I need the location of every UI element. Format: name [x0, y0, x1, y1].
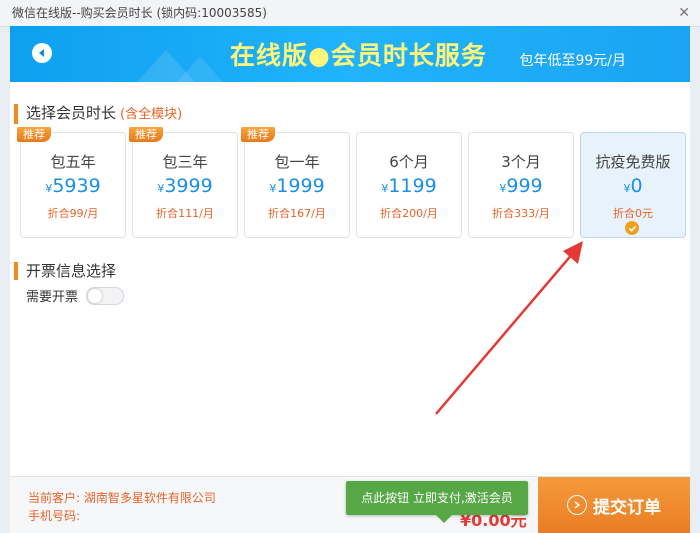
toggle-knob[interactable] [88, 288, 103, 303]
plan-per-month: 折合333/月 [492, 207, 550, 220]
section-duration-title: 选择会员时长 [26, 104, 117, 122]
plan-price: ¥5939 [21, 175, 125, 197]
section-invoice-title: 开票信息选择 [26, 262, 117, 280]
plan-card[interactable]: 6个月 ¥1199 折合200/月 [356, 132, 462, 238]
plan-per-month: 折合200/月 [380, 207, 438, 220]
banner-decoration [170, 56, 230, 82]
back-button[interactable] [32, 43, 52, 63]
main-panel: 选择会员时长 (含全模块) 推荐 包五年 ¥5939 折合99/月 推荐 包三年 … [10, 82, 690, 476]
plan-price: ¥999 [469, 175, 573, 197]
section-duration-hint: (含全模块) [120, 107, 183, 122]
recommend-badge: 推荐 [129, 127, 163, 142]
plan-per-month: 折合0元 [613, 207, 653, 220]
plan-per-month: 折合99/月 [47, 207, 99, 220]
plan-name: 包三年 [162, 153, 208, 171]
selected-check-badge [625, 221, 639, 235]
invoice-toggle-label: 需要开票 [26, 290, 79, 305]
phone-info: 手机号码: [28, 507, 80, 524]
plan-card[interactable]: 3个月 ¥999 折合333/月 [468, 132, 574, 238]
price-value: 1999 [276, 175, 325, 197]
plan-price: ¥1199 [357, 175, 461, 197]
banner-subtitle: 包年低至99元/月 [519, 53, 626, 69]
submit-arrow-icon [567, 495, 587, 515]
plan-per-month: 折合111/月 [156, 207, 214, 220]
submit-label: 提交订单 [593, 497, 661, 518]
plan-card-selected[interactable]: 抗疫免费版 ¥0 折合0元 [580, 132, 686, 238]
window-titlebar: 微信在线版--购买会员时长 (锁内码:10003585) ✕ [0, 0, 700, 27]
customer-value: 湖南智多星软件有限公司 [83, 491, 216, 505]
close-icon[interactable]: ✕ [678, 0, 690, 26]
plan-name: 3个月 [501, 153, 541, 171]
recommend-badge: 推荐 [241, 127, 275, 142]
section-duration-header: 选择会员时长 (含全模块) [14, 104, 182, 124]
check-icon [628, 225, 636, 232]
price-value: 1199 [388, 175, 437, 197]
plan-per-month: 折合167/月 [268, 207, 326, 220]
customer-info: 当前客户: 湖南智多星软件有限公司 [28, 489, 216, 506]
price-value: 0 [630, 175, 643, 197]
plan-card[interactable]: 推荐 包一年 ¥1999 折合167/月 [241, 127, 350, 238]
plan-price: ¥3999 [133, 175, 237, 197]
plan-name: 6个月 [389, 153, 429, 171]
price-value: 5939 [52, 175, 101, 197]
invoice-toggle-row: 需要开票 [26, 286, 125, 305]
customer-label: 当前客户: [28, 491, 81, 505]
window-title: 微信在线版--购买会员时长 (锁内码:10003585) [12, 6, 267, 20]
back-arrow-icon [39, 49, 44, 57]
plan-name: 包五年 [50, 153, 96, 171]
invoice-toggle[interactable] [86, 286, 125, 305]
price-value: 999 [506, 175, 543, 197]
pay-tooltip: 点此按钮 立即支付,激活会员 [346, 481, 528, 523]
submit-order-button[interactable]: 提交订单 [538, 477, 690, 533]
banner-title: 在线版●会员时长服务 [230, 41, 487, 70]
footer-bar: 当前客户: 湖南智多星软件有限公司 手机号码: ¥0.00元 点此按钮 立即支付… [10, 476, 690, 533]
plan-name: 抗疫免费版 [595, 153, 671, 171]
plan-name: 包一年 [274, 153, 320, 171]
price-value: 3999 [164, 175, 213, 197]
plan-price: ¥0 [581, 175, 685, 197]
plan-price: ¥1999 [245, 175, 349, 197]
banner: 在线版●会员时长服务 包年低至99元/月 [10, 26, 690, 82]
recommend-badge: 推荐 [17, 127, 51, 142]
phone-label: 手机号码: [28, 509, 81, 523]
section-invoice-header: 开票信息选择 [14, 262, 116, 280]
plan-card[interactable]: 推荐 包三年 ¥3999 折合111/月 [129, 127, 238, 238]
plan-card[interactable]: 推荐 包五年 ¥5939 折合99/月 [17, 127, 126, 238]
